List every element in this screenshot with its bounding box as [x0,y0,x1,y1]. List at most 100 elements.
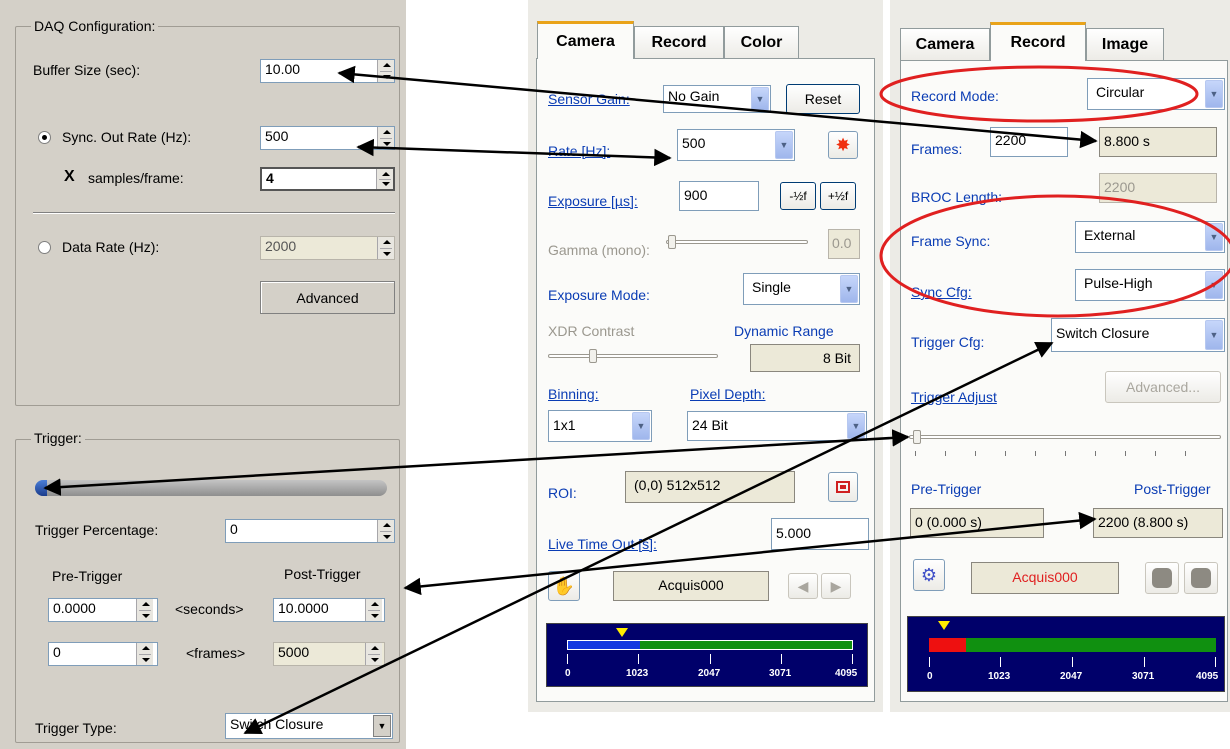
rate-label[interactable]: Rate [Hz]: [548,143,610,159]
buffer-size-field[interactable]: 10.00 [260,59,395,83]
frames-time-field: 8.800 s [1099,127,1217,157]
arrow-left-icon: ◀ [797,577,809,594]
frame-sync-select[interactable]: External ▼ [1075,221,1225,253]
trigger-slider-thumb[interactable] [35,480,47,496]
sync-out-rate-field[interactable]: 500 [260,126,395,150]
binning-value: 1x1 [553,417,576,433]
frames-time-value: 8.800 s [1104,133,1150,149]
chevron-down-icon[interactable]: ▼ [847,413,865,439]
meter-bar-red [929,638,966,652]
trigger-title: Trigger: [31,430,85,446]
record-play-button[interactable] [1184,562,1218,594]
trigger-percentage-spinner[interactable] [377,520,394,542]
frame-sync-value: External [1084,227,1136,243]
tab-camera[interactable]: Camera [537,21,634,59]
gamma-label: Gamma (mono): [548,242,650,258]
prev-button[interactable]: ◀ [788,573,818,599]
histogram-meter: 0 1023 2047 3071 4095 [546,623,868,687]
frames-field[interactable]: 2200 [990,127,1068,157]
left-config-panel: DAQ Configuration: Buffer Size (sec): 10… [0,0,406,749]
record-mode-value: Circular [1096,84,1145,100]
chevron-down-icon[interactable]: ▼ [751,87,769,111]
advanced-button[interactable]: Advanced... [1105,371,1221,403]
sync-cfg-label[interactable]: Sync Cfg: [911,284,972,300]
gamma-slider-thumb [668,235,676,249]
trigger-adjust-slider-thumb[interactable] [913,430,921,444]
pre-trigger-seconds-spinner[interactable] [136,599,153,621]
multiply-mark: X [64,168,75,185]
sync-cfg-select[interactable]: Pulse-High ▼ [1075,269,1225,301]
sync-out-rate-radio[interactable] [38,131,51,144]
trigger-percentage-label: Trigger Percentage: [35,522,159,538]
roi-field: (0,0) 512x512 [625,471,795,503]
data-rate-spinner [377,237,394,259]
trigger-type-select[interactable]: Switch Closure ▼ [225,713,393,739]
roi-select-button[interactable] [828,472,858,502]
trigger-adjust-slider-track[interactable] [909,435,1221,439]
samples-per-frame-field[interactable]: 4 [260,167,395,191]
pre-trigger-frames-spinner[interactable] [136,643,153,665]
chevron-down-icon[interactable]: ▼ [1205,320,1223,350]
trigger-cfg-label: Trigger Cfg: [911,334,985,350]
record-stop-button[interactable] [1145,562,1179,594]
chevron-down-icon[interactable]: ▼ [373,715,391,737]
trigger-percentage-field[interactable]: 0 [225,519,395,543]
roi-label: ROI: [548,485,577,501]
tab-camera[interactable]: Camera [900,28,990,61]
chevron-down-icon[interactable]: ▼ [775,131,793,159]
samples-per-frame-value: 4 [266,170,274,186]
binning-label[interactable]: Binning: [548,386,599,402]
broc-length-value: 2200 [1104,179,1136,195]
chevron-down-icon[interactable]: ▼ [1205,223,1223,251]
post-trigger-field: 2200 (8.800 s) [1093,508,1223,538]
chevron-down-icon[interactable]: ▼ [840,275,858,303]
tab-color[interactable]: Color [724,26,799,59]
exposure-field[interactable]: 900 [679,181,759,211]
meter-label-0: 0 [565,668,571,679]
sensor-gain-label[interactable]: Sensor Gain: [548,91,630,107]
chevron-down-icon[interactable]: ▼ [632,412,650,440]
meter-label-1023: 1023 [988,671,1011,682]
meter-tick [781,654,782,664]
tab-record[interactable]: Record [634,26,724,59]
chevron-down-icon[interactable]: ▼ [1205,80,1223,108]
live-timeout-label[interactable]: Live Time Out [s]: [548,536,657,552]
chevron-down-icon[interactable]: ▼ [1205,271,1223,299]
trigger-cfg-value: Switch Closure [1056,325,1150,341]
exposure-mode-select[interactable]: Single ▼ [743,273,860,305]
sensor-gain-value: No Gain [668,88,720,104]
tab-record[interactable]: Record [990,22,1086,61]
record-meter: 0 1023 2047 3071 4095 [907,616,1225,692]
next-button[interactable]: ▶ [821,573,851,599]
trigger-cfg-select[interactable]: Switch Closure ▼ [1051,318,1225,352]
record-mode-select[interactable]: Circular ▼ [1087,78,1225,110]
tab-image[interactable]: Image [1086,28,1164,61]
settings-button[interactable]: ⚙ [913,559,945,591]
reset-button[interactable]: Reset [786,84,860,114]
auto-rate-button[interactable]: ✸ [828,131,858,159]
trigger-percentage-value: 0 [230,521,238,537]
pixel-depth-select[interactable]: 24 Bit ▼ [687,411,867,441]
binning-select[interactable]: 1x1 ▼ [548,410,652,442]
sync-out-rate-spinner[interactable] [377,127,394,149]
pixel-depth-label[interactable]: Pixel Depth: [690,386,765,402]
live-timeout-field[interactable]: 5.000 [771,518,869,550]
exposure-value: 900 [684,187,708,203]
trigger-slider-track[interactable] [35,480,387,496]
daq-advanced-button[interactable]: Advanced [260,281,395,314]
sun-icon: ✸ [835,135,851,155]
samples-per-frame-spinner[interactable] [376,169,393,189]
meter-tick [929,657,930,667]
half-frame-minus-button[interactable]: -½f [780,182,816,210]
half-frame-plus-button[interactable]: +½f [820,182,856,210]
sensor-gain-select[interactable]: No Gain ▼ [663,85,771,113]
rate-select[interactable]: 500 ▼ [677,129,795,161]
dynamic-range-field: 8 Bit [750,344,860,372]
post-trigger-seconds-spinner[interactable] [365,599,382,621]
exposure-label[interactable]: Exposure [µs]: [548,193,638,209]
buffer-size-spinner[interactable] [377,60,394,82]
data-rate-radio[interactable] [38,241,51,254]
acquire-button[interactable]: ✋ [548,571,580,601]
trigger-adjust-label[interactable]: Trigger Adjust [911,389,997,405]
gamma-slider-track [666,240,808,244]
